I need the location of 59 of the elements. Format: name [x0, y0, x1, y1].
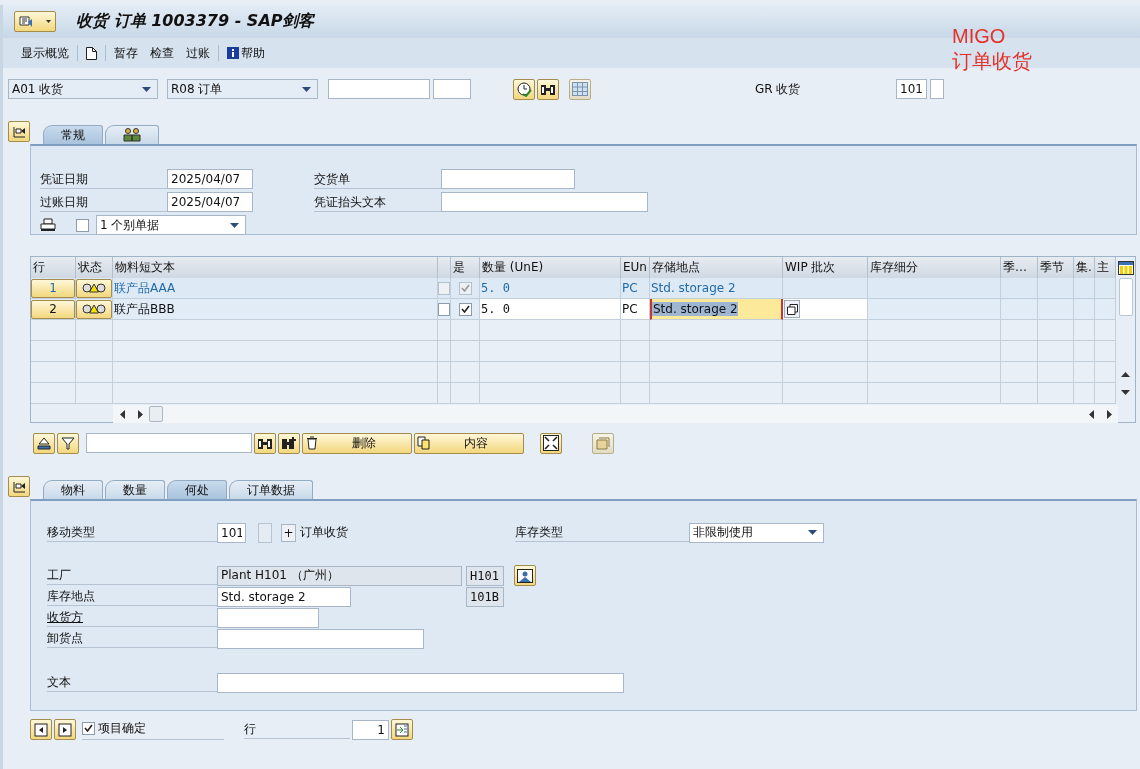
tab[interactable]: 物料: [43, 480, 103, 499]
annotation-text: 订单收货: [952, 49, 1032, 74]
column-header[interactable]: 状态: [76, 257, 113, 278]
column-header[interactable]: 库存细分: [868, 257, 1001, 278]
column-header[interactable]: WIP 批次: [783, 257, 868, 278]
table-cell: PC: [621, 281, 638, 295]
stock-type-dropdown[interactable]: 非限制使用: [689, 522, 824, 543]
date-field[interactable]: 2025/04/07: [167, 169, 253, 189]
plus-button[interactable]: +: [281, 523, 296, 542]
column-header[interactable]: 物料短文本: [113, 257, 438, 278]
column-header[interactable]: EUn: [621, 257, 650, 278]
movement-type-text: 订单收货: [300, 524, 348, 541]
table-row[interactable]: 2 联产品BBB 5. 0 PC Std. storage 2: [31, 299, 1116, 320]
line-field[interactable]: 1: [352, 719, 389, 740]
date-field[interactable]: 2025/04/07: [167, 192, 253, 212]
print-option-dropdown[interactable]: 1 个别单据: [96, 215, 246, 235]
delete-button[interactable]: 删除: [302, 432, 412, 454]
table-cell[interactable]: Std. storage 2: [652, 302, 738, 316]
table-row[interactable]: 1 联产品AAA 5. 0 PC Std. storage 2: [31, 278, 1116, 299]
tab[interactable]: 常规: [43, 125, 103, 144]
column-header[interactable]: 集.: [1074, 257, 1095, 278]
table-cell: 联产品BBB: [113, 300, 175, 318]
field-label: 库存类型: [515, 523, 689, 542]
field-label: 行: [244, 720, 350, 739]
plant-code-field[interactable]: H101: [466, 565, 504, 586]
reference-dropdown[interactable]: R08 订单: [167, 79, 318, 99]
table-cell[interactable]: 5. 0: [480, 302, 510, 316]
table-cell: Std. storage 2: [650, 281, 736, 295]
column-header[interactable]: 存储地点: [650, 257, 783, 278]
storage-location-field[interactable]: Std. storage 2: [217, 586, 351, 607]
field-label: GR 收货: [755, 80, 802, 98]
line-number-button[interactable]: 1: [31, 278, 75, 298]
plant-field[interactable]: Plant H101 （广州）: [217, 565, 462, 586]
annotation-text: MIGO: [952, 24, 1007, 49]
column-header[interactable]: 季节: [1038, 257, 1074, 278]
tab[interactable]: 何处: [167, 480, 227, 499]
column-header[interactable]: 行: [31, 257, 76, 278]
toolbar-button[interactable]: 检查: [144, 42, 180, 64]
toolbar-button[interactable]: 过账: [180, 42, 216, 64]
column-header[interactable]: 主: [1095, 257, 1116, 278]
tab[interactable]: 订单数据: [229, 480, 313, 499]
contents-button[interactable]: 内容: [414, 432, 524, 454]
storage-location-code-field[interactable]: 101B: [466, 586, 504, 607]
window-title: 收货 订单 1003379 - SAP剑客: [76, 11, 315, 32]
column-header[interactable]: 是: [451, 257, 480, 278]
help-button[interactable]: 帮助: [221, 42, 271, 64]
toolbar-button[interactable]: 显示概览: [15, 42, 75, 64]
table-cell: PC: [621, 302, 638, 316]
column-header[interactable]: 数量 (UnE): [480, 257, 621, 278]
line-number-button[interactable]: 2: [31, 299, 75, 319]
tab[interactable]: 数量: [105, 480, 165, 499]
table-cell: 联产品AAA: [113, 279, 176, 297]
movement-type-field[interactable]: 101: [896, 79, 927, 99]
toolbar-button[interactable]: 暂存: [108, 42, 144, 64]
field-label: 项目确定: [98, 719, 146, 737]
transaction-dropdown[interactable]: A01 收货: [8, 79, 158, 99]
column-header[interactable]: 季…: [1001, 257, 1038, 278]
movement-type-field[interactable]: 101: [217, 522, 246, 543]
table-cell: 5. 0: [480, 281, 510, 295]
